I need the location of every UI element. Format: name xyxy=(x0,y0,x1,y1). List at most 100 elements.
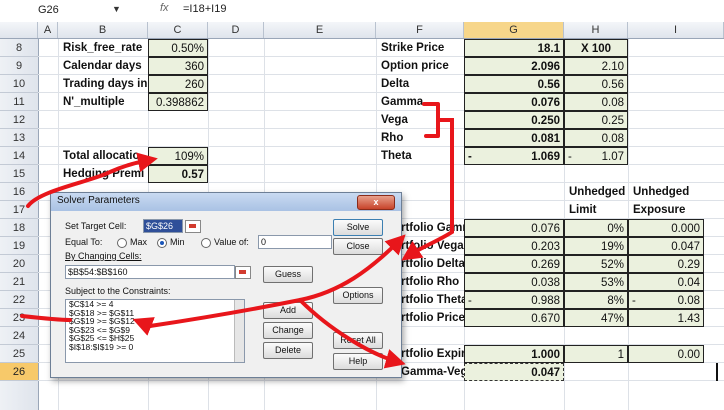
cell-f10[interactable]: Delta xyxy=(378,75,464,93)
max-radio[interactable] xyxy=(117,238,127,248)
col-header-g[interactable]: G xyxy=(464,22,564,38)
cell-f18[interactable]: rtfolio Gamr xyxy=(398,219,464,237)
col-header-d[interactable]: D xyxy=(208,22,264,38)
row-header[interactable]: 19 xyxy=(0,237,38,255)
cell-i17[interactable]: Exposure xyxy=(630,201,724,219)
cell-g12[interactable]: 0.250 xyxy=(464,111,564,129)
cell-h12[interactable]: 0.25 xyxy=(564,111,628,129)
cell-i18[interactable]: 0.000 xyxy=(628,219,704,237)
cell-h18[interactable]: 0% xyxy=(564,219,628,237)
cell-g9[interactable]: 2.096 xyxy=(464,57,564,75)
cell-g19[interactable]: 0.203 xyxy=(464,237,564,255)
min-radio[interactable] xyxy=(157,238,167,248)
row-header[interactable]: 16 xyxy=(0,183,38,201)
constraints-list[interactable]: $C$14 >= 4 $G$18 >= $G$11 $G$19 >= $G$12… xyxy=(65,299,245,363)
cell-b11[interactable]: N'_multiple xyxy=(60,93,148,111)
cell-g26-selected[interactable]: 0.047 xyxy=(464,363,564,381)
cell-h10[interactable]: 0.56 xyxy=(564,75,628,93)
col-header-b[interactable]: B xyxy=(58,22,148,38)
cell-c11[interactable]: 0.398862 xyxy=(148,93,208,111)
cell-i19[interactable]: 0.047 xyxy=(628,237,704,255)
col-header-a[interactable]: A xyxy=(38,22,58,38)
cell-f9[interactable]: Option price xyxy=(378,57,464,75)
cell-h25[interactable]: 1 xyxy=(564,345,628,363)
cell-g20[interactable]: 0.269 xyxy=(464,255,564,273)
col-header-e[interactable]: E xyxy=(264,22,376,38)
value-of-input[interactable]: 0 xyxy=(258,235,332,249)
insert-function-icon[interactable]: fx xyxy=(160,2,169,14)
close-button[interactable]: Close xyxy=(333,238,383,255)
cell-f26[interactable]: Gamma-Vega- xyxy=(398,363,464,381)
col-header-f[interactable]: F xyxy=(376,22,464,38)
row-header[interactable]: 13 xyxy=(0,129,38,147)
cell-h17[interactable]: Limit xyxy=(566,201,628,219)
cell-g13[interactable]: 0.081 xyxy=(464,129,564,147)
cell-h14[interactable]: - 1.07 xyxy=(564,147,628,165)
guess-button[interactable]: Guess xyxy=(263,266,313,283)
cell-h11[interactable]: 0.08 xyxy=(564,93,628,111)
cell-h21[interactable]: 53% xyxy=(564,273,628,291)
cell-h22[interactable]: 8% xyxy=(564,291,628,309)
cell-f21[interactable]: rtfolio Rho xyxy=(398,273,464,291)
cell-i23[interactable]: 1.43 xyxy=(628,309,704,327)
cell-g22[interactable]: - 0.988 xyxy=(464,291,564,309)
constraints-scrollbar[interactable] xyxy=(234,300,244,362)
select-all-corner[interactable] xyxy=(0,22,38,38)
row-header[interactable]: 8 xyxy=(0,39,38,57)
reset-all-button[interactable]: Reset All xyxy=(333,332,383,349)
cell-f14[interactable]: Theta xyxy=(378,147,464,165)
cell-f13[interactable]: Rho xyxy=(378,129,464,147)
col-header-h[interactable]: H xyxy=(564,22,628,38)
row-header[interactable]: 23 xyxy=(0,309,38,327)
row-header-selected[interactable]: 26 xyxy=(0,363,38,381)
cell-i22[interactable]: - 0.08 xyxy=(628,291,704,309)
row-header[interactable]: 24 xyxy=(0,327,38,345)
cell-h19[interactable]: 19% xyxy=(564,237,628,255)
value-of-radio[interactable] xyxy=(201,238,211,248)
row-header[interactable]: 20 xyxy=(0,255,38,273)
change-button[interactable]: Change xyxy=(263,322,313,339)
cell-b10[interactable]: Trading days in xyxy=(60,75,148,93)
cell-g21[interactable]: 0.038 xyxy=(464,273,564,291)
cell-f22[interactable]: rtfolio Theta xyxy=(398,291,464,309)
cell-b15[interactable]: Hedging Premi xyxy=(60,165,148,183)
cell-b14[interactable]: Total allocatio xyxy=(60,147,148,165)
constraint-item[interactable]: $I$18:$I$19 >= 0 xyxy=(66,343,244,352)
cell-g25[interactable]: 1.000 xyxy=(464,345,564,363)
row-header[interactable]: 21 xyxy=(0,273,38,291)
cell-b8[interactable]: Risk_free_rate xyxy=(60,39,148,57)
cell-c15[interactable]: 0.57 xyxy=(148,165,208,183)
cell-i16[interactable]: Unhedged xyxy=(630,183,724,201)
name-box-dropdown-icon[interactable]: ▼ xyxy=(112,4,121,14)
cell-i25[interactable]: 0.00 xyxy=(628,345,704,363)
row-header[interactable]: 18 xyxy=(0,219,38,237)
cell-c8[interactable]: 0.50% xyxy=(148,39,208,57)
row-header[interactable]: 12 xyxy=(0,111,38,129)
cell-i20[interactable]: 0.29 xyxy=(628,255,704,273)
cell-h16[interactable]: Unhedged xyxy=(566,183,628,201)
close-icon[interactable]: x xyxy=(357,195,395,210)
cell-h13[interactable]: 0.08 xyxy=(564,129,628,147)
cell-i21[interactable]: 0.04 xyxy=(628,273,704,291)
row-header[interactable]: 15 xyxy=(0,165,38,183)
changing-cells-input[interactable]: $B$54:$B$160 xyxy=(65,265,235,279)
row-header[interactable]: 17 xyxy=(0,201,38,219)
row-header[interactable]: 25 xyxy=(0,345,38,363)
cell-c9[interactable]: 360 xyxy=(148,57,208,75)
delete-button[interactable]: Delete xyxy=(263,342,313,359)
cell-c14[interactable]: 109% xyxy=(148,147,208,165)
row-header[interactable]: 11 xyxy=(0,93,38,111)
cell-f19[interactable]: rtfolio Vega xyxy=(398,237,464,255)
options-button[interactable]: Options xyxy=(333,287,383,304)
formula-input[interactable]: =I18+I19 xyxy=(183,3,226,15)
cell-f11[interactable]: Gamma xyxy=(378,93,464,111)
cell-g23[interactable]: 0.670 xyxy=(464,309,564,327)
cell-f20[interactable]: rtfolio Delta xyxy=(398,255,464,273)
col-header-c[interactable]: C xyxy=(148,22,208,38)
cell-h23[interactable]: 47% xyxy=(564,309,628,327)
cell-g18[interactable]: 0.076 xyxy=(464,219,564,237)
cell-b9[interactable]: Calendar days xyxy=(60,57,148,75)
target-cell-input[interactable]: $G$26 xyxy=(143,219,183,233)
help-button[interactable]: Help xyxy=(333,353,383,370)
cell-f23[interactable]: rtfolio Price xyxy=(398,309,464,327)
